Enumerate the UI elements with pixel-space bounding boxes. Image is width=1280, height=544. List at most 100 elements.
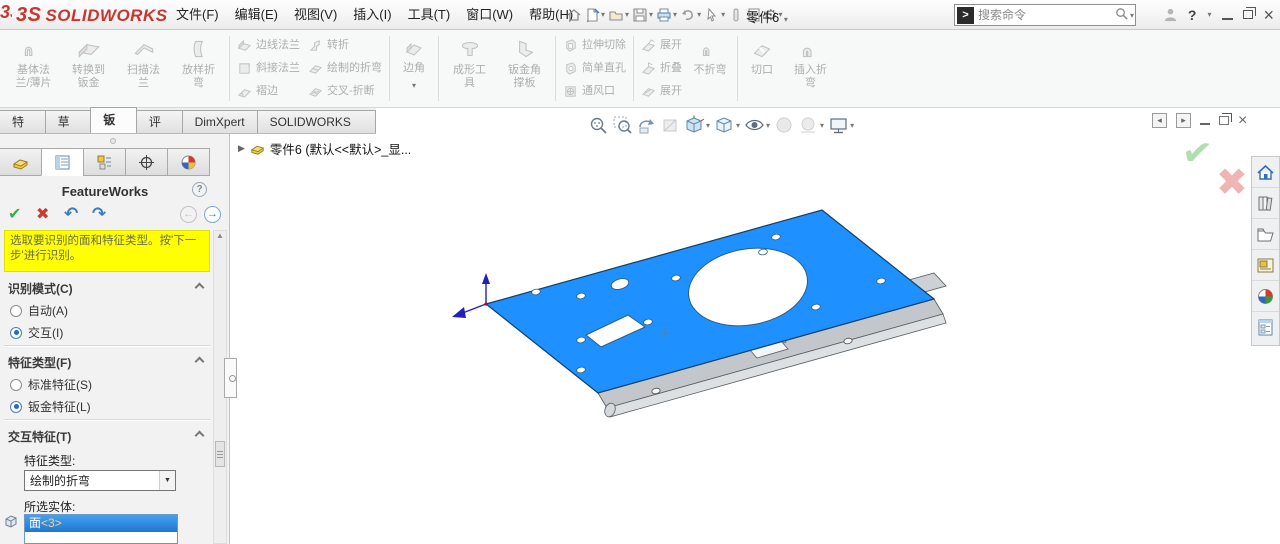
type-sheetmetal-option[interactable]: 钣金特征(L) [10, 398, 91, 415]
doc-minimize-button[interactable] [1200, 123, 1210, 125]
close-button[interactable]: × [1263, 8, 1274, 22]
doc-restore-button[interactable] [1219, 116, 1229, 125]
help-button[interactable]: ? [1188, 7, 1197, 23]
tab-sheetmetal[interactable]: 钣金 [90, 107, 137, 133]
rip-button[interactable]: 切口 [741, 30, 783, 107]
zoom-area-button[interactable] [612, 115, 633, 136]
display-style-dropdown[interactable]: ▾ [736, 121, 740, 130]
next-button[interactable]: → [204, 206, 221, 223]
displaymanager-tab[interactable] [167, 148, 210, 176]
interactive-features-header[interactable]: 交互特征(T) [8, 428, 71, 445]
document-name[interactable]: 零件6 ▾ [746, 7, 789, 26]
tab-sketch[interactable]: 草图 [45, 110, 92, 133]
print-button[interactable]: ▾ [655, 3, 679, 27]
menu-view[interactable]: 视图(V) [286, 0, 345, 29]
hide-show-items-button[interactable]: ▾ [744, 115, 771, 136]
radio-auto[interactable] [10, 305, 22, 317]
view-settings-button[interactable]: ▾ [828, 115, 855, 136]
recognition-mode-header[interactable]: 识别模式(C) [8, 280, 73, 297]
chevron-up-icon[interactable] [195, 357, 205, 367]
previous-window-button[interactable]: ◂ [1152, 113, 1167, 128]
panel-splitter-handle[interactable] [224, 358, 237, 398]
search-dropdown[interactable]: ▾ [1130, 11, 1134, 20]
unfold-button[interactable]: 展开 [641, 36, 682, 56]
minimize-button[interactable] [1222, 18, 1233, 20]
flatten-button[interactable]: 展开 [641, 82, 682, 102]
previous-view-button[interactable] [636, 115, 657, 136]
corner-button[interactable]: 边角 ▾ [393, 30, 435, 107]
confirmation-ok-icon[interactable]: ✔ [1180, 131, 1214, 176]
select-button[interactable]: ▾ [703, 3, 727, 27]
radio-interactive[interactable] [10, 327, 22, 339]
menu-window[interactable]: 窗口(W) [458, 0, 521, 29]
undo-button[interactable]: ▾ [679, 3, 703, 27]
print-dropdown[interactable]: ▾ [673, 10, 677, 19]
home-button[interactable] [565, 3, 583, 27]
redo-recognition-button[interactable]: ↷ [92, 204, 106, 224]
new-file-button[interactable]: ▾ [583, 3, 607, 27]
cancel-button[interactable]: ✖ [36, 204, 49, 224]
type-standard-option[interactable]: 标准特征(S) [10, 376, 92, 393]
document-name-dropdown[interactable]: ▾ [784, 15, 788, 24]
view-orientation-dropdown[interactable]: ▾ [706, 121, 710, 130]
tab-addins[interactable]: SOLIDWORKS 插件 [257, 110, 376, 133]
apply-scene-button[interactable]: ▾ [798, 115, 825, 136]
fold-button[interactable]: 折叠 [641, 59, 682, 79]
mode-interactive-option[interactable]: 交互(I) [10, 324, 63, 341]
radio-sheetmetal[interactable] [10, 401, 22, 413]
panel-help-icon[interactable]: ? [192, 182, 207, 197]
ok-button[interactable]: ✔ [8, 204, 21, 224]
mode-auto-option[interactable]: 自动(A) [10, 302, 68, 319]
view-orientation-button[interactable]: ▾ [684, 115, 711, 136]
tab-dimxpert[interactable]: DimXpert [182, 110, 258, 133]
dimxpertmanager-tab[interactable] [125, 148, 168, 176]
panel-grip[interactable] [110, 138, 116, 144]
home-tab-button[interactable] [1252, 157, 1279, 188]
open-file-dropdown[interactable]: ▾ [625, 10, 629, 19]
scroll-up-arrow-icon[interactable]: ▲ [214, 231, 226, 241]
vent-button[interactable]: 通风口 [563, 82, 626, 102]
featuremanager-tab[interactable] [0, 148, 42, 176]
tab-evaluate[interactable]: 评估 [136, 110, 183, 133]
hem-button[interactable]: 褶边 [237, 82, 300, 102]
menu-tools[interactable]: 工具(T) [400, 0, 459, 29]
selected-face-item[interactable]: 面<3> [25, 515, 177, 532]
help-dropdown[interactable]: ▾ [1207, 10, 1211, 19]
radio-standard[interactable] [10, 379, 22, 391]
sketched-bend-button[interactable]: 绘制的折弯 [308, 59, 382, 79]
swept-flange-button[interactable]: 扫描法 兰 [116, 30, 171, 107]
undo-dropdown[interactable]: ▾ [697, 10, 701, 19]
doc-close-button[interactable]: × [1238, 114, 1247, 128]
hide-show-items-dropdown[interactable]: ▾ [766, 121, 770, 130]
forming-tool-button[interactable]: 成形工 具 [442, 30, 497, 107]
selection-listbox[interactable]: 面<3> [24, 514, 178, 544]
tab-features[interactable]: 特征 [0, 110, 46, 133]
sheet-metal-part-model[interactable] [230, 134, 1280, 544]
login-user-icon[interactable] [1163, 7, 1178, 22]
feature-type-dropdown[interactable]: 绘制的折弯 ▼ [24, 470, 176, 491]
dropdown-arrow-icon[interactable]: ▼ [159, 471, 175, 490]
edit-appearance-button[interactable] [774, 115, 795, 136]
corner-dropdown[interactable]: ▾ [412, 81, 416, 90]
configurationmanager-tab[interactable] [83, 148, 126, 176]
confirmation-cancel-icon[interactable]: ✖ [1216, 160, 1248, 205]
cross-break-button[interactable]: 交叉-折断 [308, 82, 382, 102]
zoom-fit-button[interactable] [588, 115, 609, 136]
select-dropdown[interactable]: ▾ [721, 10, 725, 19]
open-file-button[interactable]: ▾ [607, 3, 631, 27]
save-button[interactable]: ▾ [631, 3, 655, 27]
sheetmetal-gusset-button[interactable]: 钣金角 撑板 [497, 30, 552, 107]
new-file-dropdown[interactable]: ▾ [601, 10, 605, 19]
view-settings-dropdown[interactable]: ▾ [850, 121, 854, 130]
appearances-button[interactable] [1252, 281, 1279, 312]
feature-types-header[interactable]: 特征类型(F) [8, 354, 71, 371]
rebuild-button[interactable] [727, 3, 745, 27]
next-window-button[interactable]: ▸ [1176, 113, 1191, 128]
jog-button[interactable]: 转折 [308, 36, 382, 56]
chevron-up-icon[interactable] [195, 283, 205, 293]
lofted-bend-button[interactable]: 放样折 弯 [171, 30, 226, 107]
restore-button[interactable] [1243, 10, 1253, 19]
menu-file[interactable]: 文件(F) [168, 0, 227, 29]
undo-recognition-button[interactable]: ↶ [64, 204, 78, 224]
file-explorer-button[interactable] [1252, 219, 1279, 250]
